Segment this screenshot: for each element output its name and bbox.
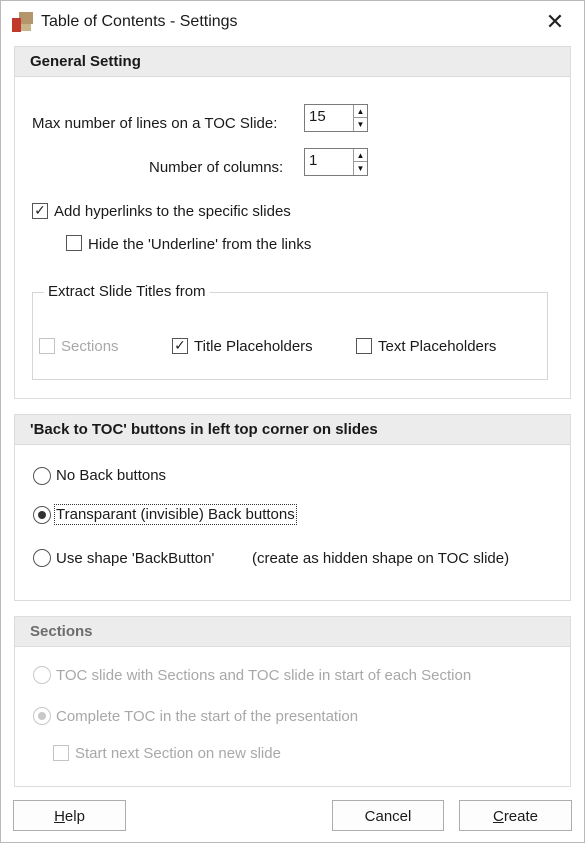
create-mnemonic: C <box>492 808 504 825</box>
add-hyperlinks-label[interactable]: Add hyperlinks to the specific slides <box>54 203 291 220</box>
hide-underline-checkbox[interactable] <box>66 235 82 251</box>
cancel-label: Cancel <box>364 808 412 825</box>
hide-underline-label[interactable]: Hide the 'Underline' from the links <box>88 236 311 253</box>
title-placeholders-label[interactable]: Title Placeholders <box>194 338 313 355</box>
columns-spinner[interactable]: 1 ▲ ▼ <box>304 148 368 176</box>
general-setting-group: General Setting Max number of lines on a… <box>14 46 571 399</box>
extract-titles-legend: Extract Slide Titles from <box>44 283 210 300</box>
extract-titles-fieldset: Extract Slide Titles from Sections ✓ Tit… <box>32 283 548 380</box>
help-button[interactable]: Help <box>13 800 126 831</box>
back-to-toc-group: 'Back to TOC' buttons in left top corner… <box>14 414 571 601</box>
checkmark-icon: ✓ <box>34 202 46 218</box>
no-back-buttons-radio[interactable] <box>33 467 51 485</box>
transparent-back-buttons-label[interactable]: Transparant (invisible) Back buttons <box>54 504 297 525</box>
close-icon[interactable]: ✕ <box>533 5 577 39</box>
use-shape-backbutton-label[interactable]: Use shape 'BackButton' <box>56 550 214 567</box>
max-lines-value[interactable]: 15 <box>309 108 326 125</box>
shape-note: (create as hidden shape on TOC slide) <box>252 550 510 567</box>
title-bar: Table of Contents - Settings ✕ <box>1 1 584 43</box>
sections-header: Sections <box>15 617 570 647</box>
spin-down-icon[interactable]: ▼ <box>354 118 367 131</box>
checkmark-icon: ✓ <box>174 337 186 353</box>
help-mnemonic: H <box>54 808 65 825</box>
general-setting-header: General Setting <box>15 47 570 77</box>
sections-label: Sections <box>61 338 119 355</box>
help-label: elp <box>64 808 85 825</box>
title-placeholders-checkbox[interactable]: ✓ <box>172 337 188 354</box>
start-next-section-label: Start next Section on new slide <box>75 745 281 762</box>
columns-value[interactable]: 1 <box>309 152 317 169</box>
cancel-button[interactable]: Cancel <box>332 800 444 831</box>
max-lines-spinner[interactable]: 15 ▲ ▼ <box>304 104 368 132</box>
use-shape-backbutton-radio[interactable] <box>33 549 51 567</box>
toc-app-icon <box>12 12 34 34</box>
radio-selected-dot <box>38 511 46 519</box>
add-hyperlinks-checkbox[interactable]: ✓ <box>32 202 48 219</box>
create-button[interactable]: Create <box>459 800 572 831</box>
sections-group: Sections TOC slide with Sections and TOC… <box>14 616 571 787</box>
no-back-buttons-label[interactable]: No Back buttons <box>56 467 166 484</box>
transparent-back-buttons-radio[interactable] <box>33 506 51 524</box>
sections-checkbox <box>39 338 55 354</box>
columns-label: Number of columns: <box>149 159 284 176</box>
complete-toc-label: Complete TOC in the start of the present… <box>56 708 359 725</box>
max-lines-label: Max number of lines on a TOC Slide: <box>32 115 278 132</box>
start-next-section-checkbox <box>53 745 69 761</box>
create-label: reate <box>503 808 539 825</box>
spin-up-icon[interactable]: ▲ <box>354 149 367 162</box>
text-placeholders-label[interactable]: Text Placeholders <box>378 338 496 355</box>
back-to-toc-header: 'Back to TOC' buttons in left top corner… <box>15 415 570 445</box>
complete-toc-radio <box>33 707 51 725</box>
settings-dialog: Table of Contents - Settings ✕ General S… <box>0 0 585 843</box>
text-placeholders-checkbox[interactable] <box>356 338 372 354</box>
toc-with-sections-label: TOC slide with Sections and TOC slide in… <box>56 667 472 684</box>
radio-selected-dot <box>38 712 46 720</box>
spin-down-icon[interactable]: ▼ <box>354 162 367 175</box>
window-title: Table of Contents - Settings <box>41 13 238 30</box>
spin-up-icon[interactable]: ▲ <box>354 105 367 118</box>
toc-with-sections-radio <box>33 666 51 684</box>
